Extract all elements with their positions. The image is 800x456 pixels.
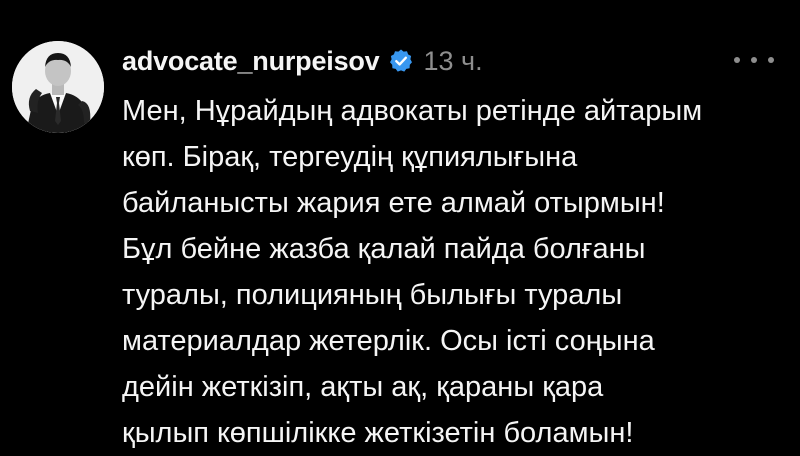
verified-badge-icon	[388, 48, 414, 74]
timestamp: 13 ч.	[423, 45, 483, 76]
username-link[interactable]: advocate_nurpeisov	[122, 46, 380, 77]
caption-line: қылып көпшілікке жеткізетін боламын!	[122, 417, 634, 449]
caption-line: Мен, Нұрайдың адвокаты ретінде айтарым	[122, 95, 703, 127]
caption-line: материалдар жетерлік. Осы істі соңына	[122, 325, 655, 357]
post-caption: Мен, Нұрайдың адвокаты ретінде айтарым к…	[122, 88, 782, 456]
caption-line: дейін жеткізіп, ақты ақ, қараны қара	[122, 371, 604, 403]
avatar[interactable]	[12, 41, 104, 133]
caption-line: туралы, полицияның былығы туралы	[122, 279, 623, 311]
dot	[734, 57, 740, 63]
dot	[768, 57, 774, 63]
caption-line: байланысты жария ете алмай отырмын!	[122, 187, 665, 219]
comment-post: advocate_nurpeisov 13 ч. Мен, Нұрайдың а…	[0, 0, 800, 450]
caption-line: көп. Бірақ, тергеудің құпиялығына	[122, 141, 578, 173]
dot	[751, 57, 757, 63]
more-options-icon[interactable]	[734, 48, 774, 72]
caption-line: Бұл бейне жазба қалай пайда болғаны	[122, 233, 646, 265]
profile-photo-icon	[12, 41, 104, 133]
post-header: advocate_nurpeisov 13 ч.	[122, 42, 483, 80]
